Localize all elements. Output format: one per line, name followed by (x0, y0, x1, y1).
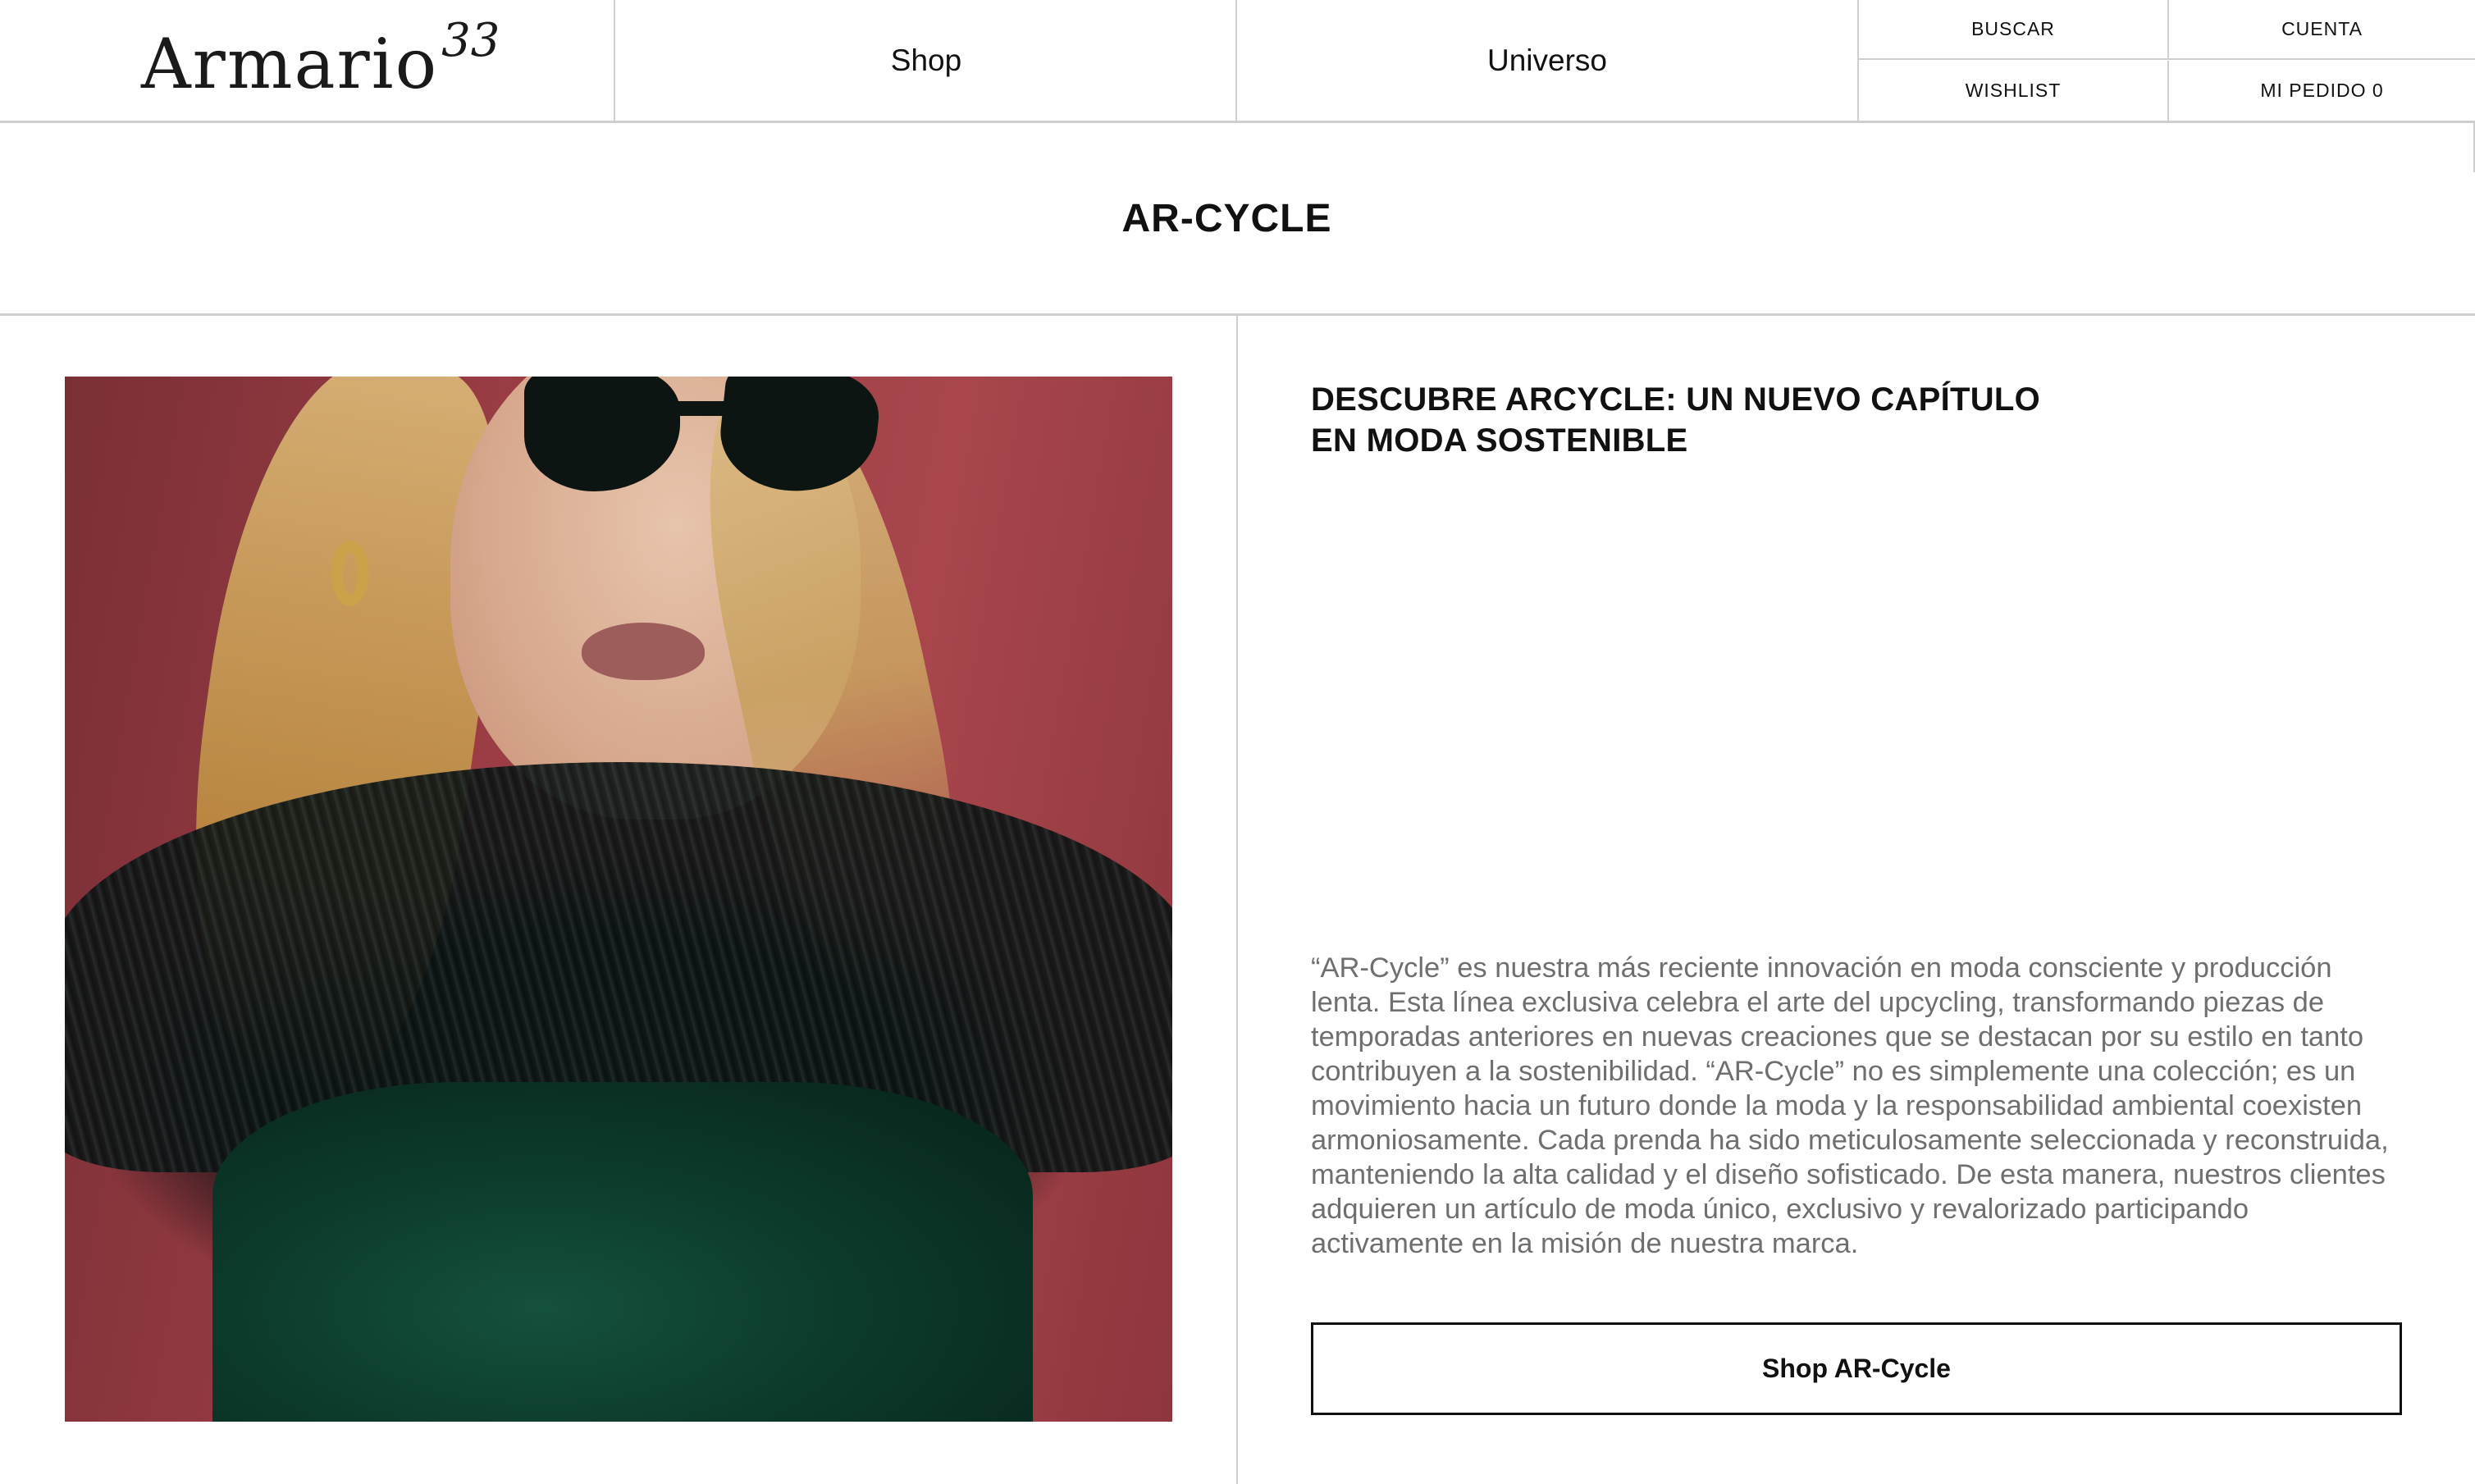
image-velvet-garment (212, 1082, 1033, 1422)
image-glasses-bridge (668, 401, 729, 416)
collection-hero-image (65, 377, 1172, 1422)
shop-ar-cycle-button[interactable]: Shop AR-Cycle (1311, 1322, 2402, 1415)
collection-description: “AR-Cycle” es nuestra más reciente innov… (1311, 952, 2389, 1259)
brand-logo[interactable]: Armario 33 (141, 14, 500, 105)
image-lips (582, 623, 705, 680)
page-title: AR-CYCLE (1121, 196, 1332, 240)
logo-cell: Armario 33 (0, 0, 615, 121)
wishlist-link[interactable]: WISHLIST (1859, 61, 2169, 121)
collection-heading-line-1: DESCUBRE ARCYCLE: UN NUEVO CAPÍTULO (1311, 381, 2041, 418)
collection-heading: DESCUBRE ARCYCLE: UN NUEVO CAPÍTULO EN M… (1311, 379, 2131, 461)
nav-shop-link[interactable]: Shop (617, 0, 1237, 121)
column-divider (1236, 316, 1238, 1484)
image-lens-left (524, 377, 680, 491)
account-link[interactable]: CUENTA (2169, 0, 2475, 60)
image-sunglasses (524, 377, 884, 508)
cart-link[interactable]: MI PEDIDO 0 (2169, 61, 2475, 121)
collection-heading-line-2: EN MODA SOSTENIBLE (1311, 422, 1688, 459)
brand-logo-wordmark: Armario (141, 24, 439, 104)
image-gold-earring (331, 541, 369, 606)
image-lens-right (715, 377, 884, 500)
brand-logo-superscript: 33 (441, 14, 500, 67)
site-header: Armario 33 Shop Universo BUSCAR CUENTA W… (0, 0, 2475, 123)
search-link[interactable]: BUSCAR (1859, 0, 2169, 60)
nav-universo-link[interactable]: Universo (1237, 0, 1859, 121)
page-title-band: AR-CYCLE (0, 123, 2475, 316)
